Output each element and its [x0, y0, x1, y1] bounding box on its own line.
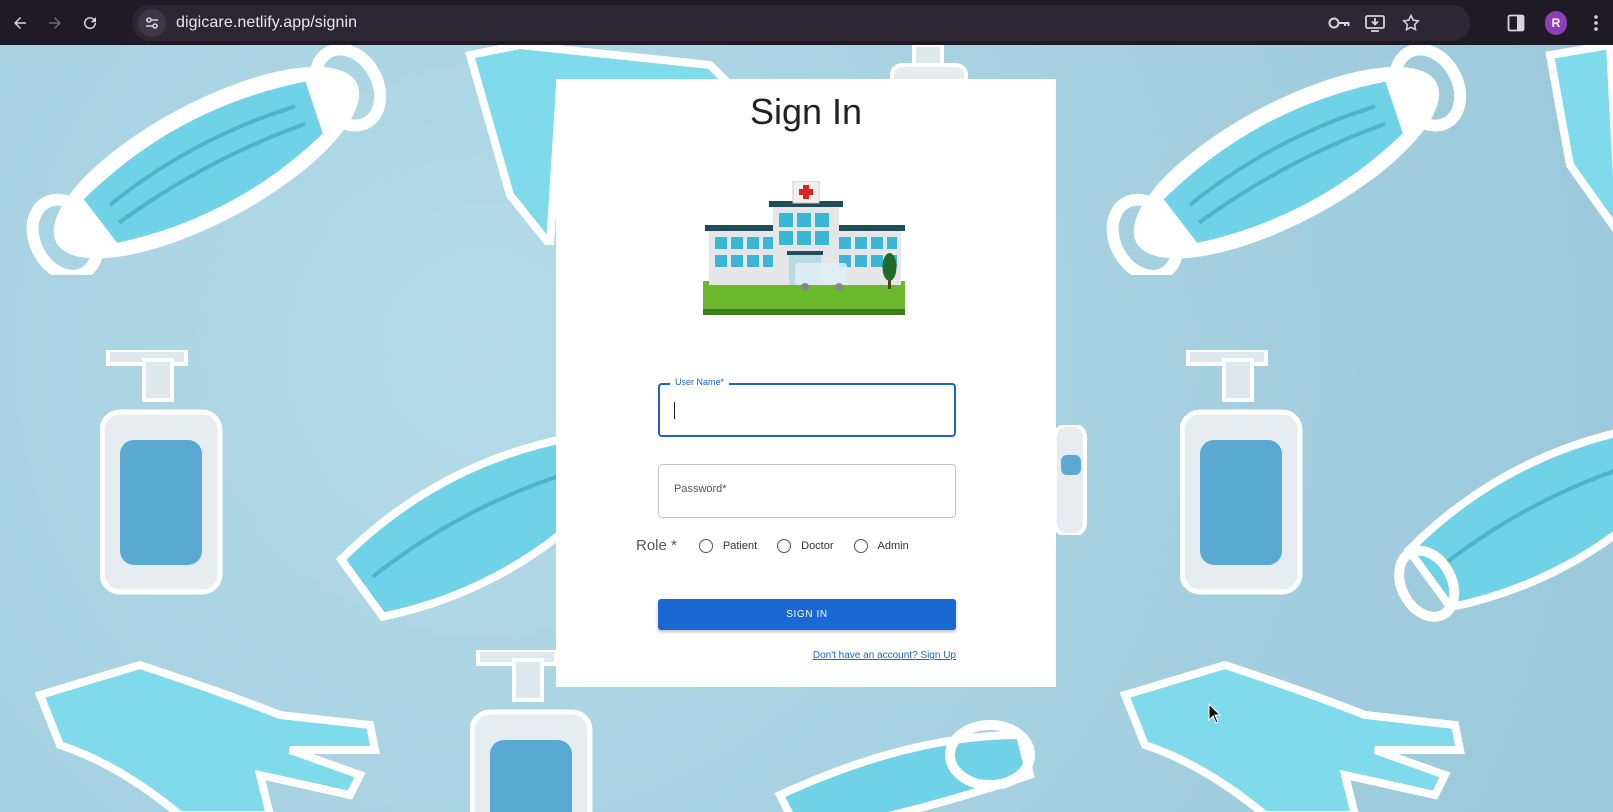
glove-illustration: [34, 660, 380, 812]
password-placeholder: Password*: [674, 483, 727, 495]
signin-card: Sign In User Name* Password* Role * Pati…: [556, 79, 1056, 687]
address-bar[interactable]: digicare.netlify.app/signin: [132, 5, 1470, 41]
page-title: Sign In: [749, 91, 863, 132]
glove-illustration: [1545, 45, 1613, 233]
url-text: digicare.netlify.app/signin: [176, 14, 358, 31]
hospital-illustration: [703, 181, 905, 315]
role-option-label: Doctor: [801, 539, 834, 552]
password-key-icon[interactable]: [1328, 12, 1350, 34]
back-icon[interactable]: [5, 8, 35, 38]
role-option-doctor[interactable]: Doctor: [777, 538, 834, 553]
profile-avatar[interactable]: R: [1545, 10, 1567, 35]
role-label: Role *: [636, 537, 677, 554]
role-option-label: Patient: [722, 539, 758, 552]
side-panel-icon[interactable]: [1505, 12, 1527, 34]
site-info-icon[interactable]: [138, 9, 166, 37]
sanitizer-bottle-illustration: [100, 350, 223, 595]
bookmark-star-icon[interactable]: [1400, 12, 1422, 34]
radio-button[interactable]: [853, 538, 868, 553]
sign-up-link[interactable]: Don't have an account? Sign Up: [813, 650, 956, 661]
role-option-label: Admin: [877, 539, 909, 552]
glove-illustration: [1119, 660, 1465, 812]
sanitizer-bottle-illustration: [1180, 350, 1303, 595]
mouse-cursor-icon: [1208, 703, 1222, 724]
forward-icon[interactable]: [40, 8, 70, 38]
reload-icon[interactable]: [75, 8, 105, 38]
profile-initial: R: [1545, 10, 1567, 35]
browser-toolbar: digicare.netlify.app/signin R: [0, 0, 1613, 45]
menu-kebab-icon[interactable]: [1585, 12, 1607, 34]
username-label: User Name*: [670, 377, 730, 387]
face-mask-illustration: [1106, 45, 1467, 275]
role-radio-group: Role * Patient Doctor Admin: [636, 537, 929, 554]
password-field[interactable]: Password*: [658, 464, 956, 518]
sanitizer-bottle-illustration: [1055, 425, 1087, 535]
role-option-admin[interactable]: Admin: [853, 538, 909, 553]
sign-in-button[interactable]: SIGN IN: [658, 599, 956, 630]
role-option-patient[interactable]: Patient: [698, 538, 758, 553]
face-mask-illustration: [26, 45, 387, 275]
radio-button[interactable]: [777, 538, 792, 553]
radio-button[interactable]: [698, 538, 713, 553]
username-input[interactable]: [674, 399, 934, 421]
install-app-icon[interactable]: [1364, 12, 1386, 34]
face-mask-illustration: [774, 720, 1035, 812]
username-field[interactable]: User Name*: [658, 377, 956, 437]
face-mask-illustration: [1394, 423, 1613, 622]
